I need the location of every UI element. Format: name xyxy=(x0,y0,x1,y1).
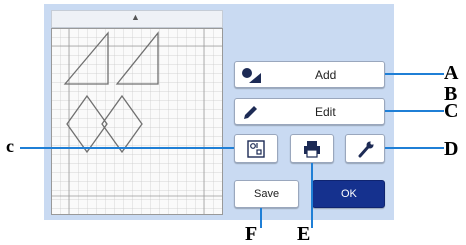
print-icon xyxy=(304,141,320,158)
cutting-mat-preview[interactable] xyxy=(51,28,223,215)
layout-button[interactable] xyxy=(234,134,278,163)
callout-label-a: A xyxy=(444,62,459,84)
edit-button[interactable]: Edit xyxy=(234,98,385,125)
mat-grid xyxy=(51,28,223,215)
callout-line-a xyxy=(385,73,444,75)
callout-line-f xyxy=(260,208,262,228)
callout-line-d xyxy=(385,147,444,149)
callout-line-b xyxy=(385,110,444,112)
mat-direction-arrow-icon: ▲ xyxy=(131,12,140,22)
pencil-icon xyxy=(244,106,257,119)
callout-label-f: F xyxy=(245,223,258,245)
callout-line-e xyxy=(311,163,313,228)
save-to-machine-button[interactable] xyxy=(290,134,334,163)
callout-label-d: D xyxy=(444,138,459,160)
callout-label-c-left: c xyxy=(6,136,14,156)
save-button[interactable]: Save xyxy=(234,180,299,208)
settings-button[interactable] xyxy=(345,134,385,163)
ok-button-label: OK xyxy=(341,188,357,200)
add-button[interactable]: Add xyxy=(234,61,385,88)
callout-label-c-right: C xyxy=(444,100,459,122)
save-button-label: Save xyxy=(254,188,280,200)
ok-button[interactable]: OK xyxy=(312,180,385,208)
layout-icon xyxy=(247,140,265,158)
edit-button-label: Edit xyxy=(315,105,336,119)
callout-line-c xyxy=(20,147,234,149)
add-button-label: Add xyxy=(315,68,337,82)
callout-label-e: E xyxy=(297,223,311,245)
wrench-icon xyxy=(358,141,374,158)
shape-add-icon xyxy=(242,68,261,83)
